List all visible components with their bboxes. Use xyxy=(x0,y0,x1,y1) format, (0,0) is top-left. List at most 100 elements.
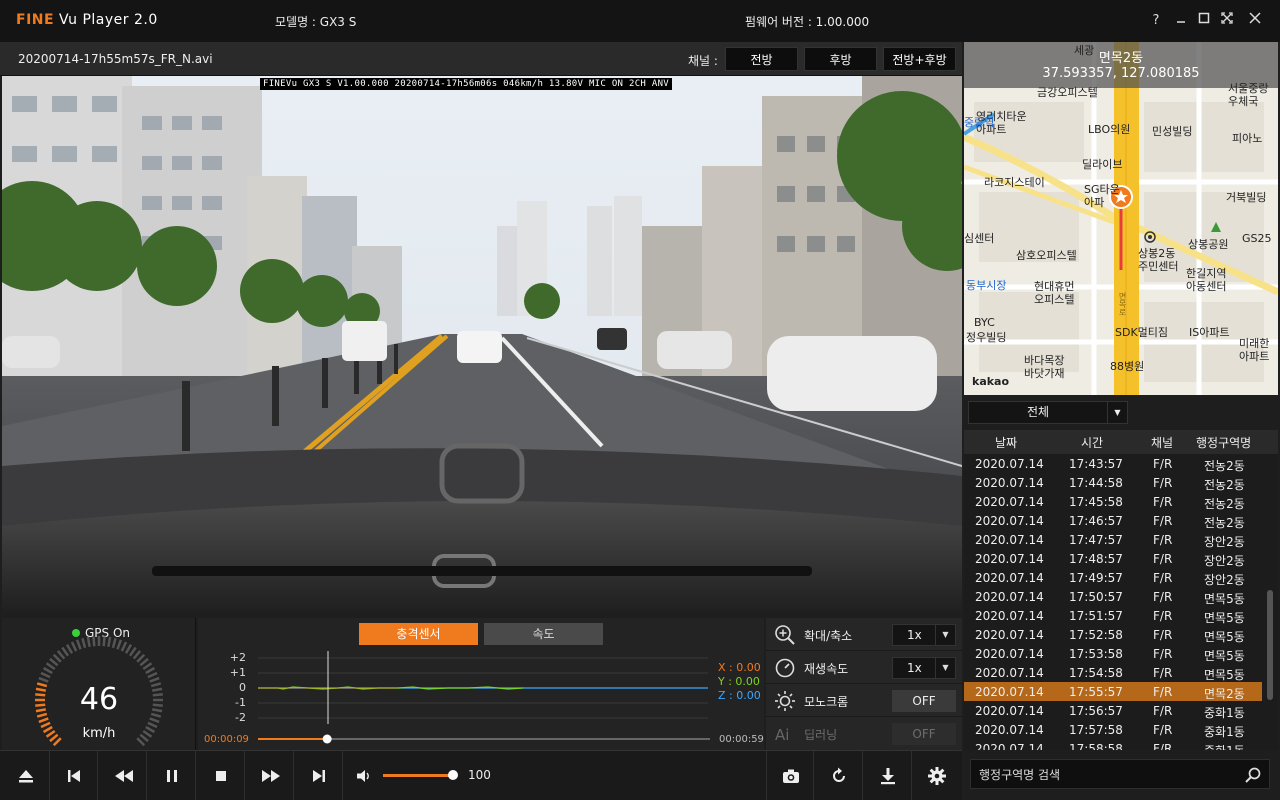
chevron-down-icon: ▼ xyxy=(1107,402,1127,423)
download-button[interactable] xyxy=(864,751,912,800)
channel-rear-button[interactable]: 후방 xyxy=(804,47,877,71)
rewind-button[interactable] xyxy=(99,751,147,800)
row-date: 2020.07.14 xyxy=(975,533,1044,547)
volume-slider[interactable] xyxy=(383,770,458,780)
list-item[interactable]: 2020.07.14 17:49:57 F/R 장안2동 xyxy=(964,568,1278,587)
stop-button[interactable] xyxy=(197,751,245,800)
row-district: 전농2동 xyxy=(1204,459,1245,473)
zoom-select[interactable]: 1x ▼ xyxy=(892,624,956,646)
player-toolbar: 100 xyxy=(0,750,962,800)
row-district: 면목5동 xyxy=(1204,649,1245,663)
list-header: 날짜 시간 채널 행정구역명 xyxy=(964,430,1278,454)
maximize-icon[interactable] xyxy=(1193,10,1215,32)
gauge-tick xyxy=(70,641,78,652)
monochrome-toggle[interactable]: OFF xyxy=(892,690,956,712)
event-filter-select[interactable]: 전체 ▼ xyxy=(968,401,1128,424)
map-label: 바닷가재 xyxy=(1024,367,1065,380)
row-channel: F/R xyxy=(1153,571,1173,585)
map-label: 라코지스테이 xyxy=(984,176,1045,189)
skip-forward-icon xyxy=(313,770,325,782)
camera-icon xyxy=(783,769,799,783)
rewind-icon xyxy=(115,770,133,782)
row-date: 2020.07.14 xyxy=(975,552,1044,566)
previous-file-button[interactable] xyxy=(50,751,98,800)
row-channel: F/R xyxy=(1153,685,1173,699)
help-button[interactable]: ? xyxy=(1145,10,1167,32)
video-frame[interactable]: FINEVu GX3 S V1.00.000 20200714-17h56m06… xyxy=(2,76,962,616)
list-item[interactable]: 2020.07.14 17:52:58 F/R 면목5동 xyxy=(964,625,1278,644)
map-coordinates: 37.593357, 127.080185 xyxy=(1042,66,1200,81)
map-label: 아파트 xyxy=(1239,350,1270,363)
row-date: 2020.07.14 xyxy=(975,609,1044,623)
fast-forward-icon xyxy=(262,770,280,782)
eject-button[interactable] xyxy=(2,751,50,800)
map-label: 오피스텔 xyxy=(1034,293,1075,306)
gauge-tick xyxy=(86,636,91,648)
gauge-tick xyxy=(128,646,137,657)
column-header-date: 날짜 xyxy=(995,436,1018,450)
row-time: 17:48:57 xyxy=(1069,552,1123,566)
monochrome-label: 모노크롬 xyxy=(804,695,849,709)
row-date: 2020.07.14 xyxy=(975,647,1044,661)
list-item[interactable]: 2020.07.14 17:51:57 F/R 면목5동 xyxy=(964,606,1278,625)
next-file-button[interactable] xyxy=(295,751,343,800)
map-provider-logo: kakao xyxy=(972,375,1010,388)
row-time: 17:47:57 xyxy=(1069,533,1123,547)
list-item[interactable]: 2020.07.14 17:48:57 F/R 장안2동 xyxy=(964,549,1278,568)
channel-front-button[interactable]: 전방 xyxy=(725,47,798,71)
gauge-tick xyxy=(116,639,123,650)
map-label: 거북빌딩 xyxy=(1226,191,1267,204)
row-date: 2020.07.14 xyxy=(975,457,1044,471)
list-item[interactable]: 2020.07.14 17:53:58 F/R 면목5동 xyxy=(964,644,1278,663)
row-channel: F/R xyxy=(1153,590,1173,604)
gauge-tick xyxy=(75,639,82,650)
gauge-tick xyxy=(124,643,133,654)
row-time: 17:53:58 xyxy=(1069,647,1123,661)
playback-speed-row: 재생속도 1x ▼ xyxy=(766,651,962,684)
list-item[interactable]: 2020.07.14 17:50:57 F/R 면목5동 xyxy=(964,587,1278,606)
file-name: 20200714-17h55m57s_FR_N.avi xyxy=(18,52,213,66)
list-item[interactable]: 2020.07.14 17:56:57 F/R 중화1동 xyxy=(964,701,1278,720)
fullscreen-icon[interactable] xyxy=(1216,10,1238,32)
column-header-time: 시간 xyxy=(1081,436,1104,450)
search-icon[interactable] xyxy=(1245,767,1261,783)
map-label: BYC xyxy=(974,316,995,329)
rotate-button[interactable] xyxy=(815,751,863,800)
list-item[interactable]: 2020.07.14 17:44:58 F/R 전농2동 xyxy=(964,473,1278,492)
close-icon[interactable] xyxy=(1244,10,1266,32)
volume-icon[interactable] xyxy=(356,769,372,783)
deep-learning-label: 딥러닝 xyxy=(804,728,838,742)
row-channel: F/R xyxy=(1153,704,1173,718)
list-scrollbar[interactable] xyxy=(1264,454,1276,750)
gauge-tick xyxy=(102,636,106,647)
gauge-tick xyxy=(149,717,160,724)
list-item[interactable]: 2020.07.14 17:45:58 F/R 전농2동 xyxy=(964,492,1278,511)
fast-forward-button[interactable] xyxy=(246,751,294,800)
chevron-down-icon: ▼ xyxy=(935,658,955,678)
settings-button[interactable] xyxy=(913,751,961,800)
screenshot-button[interactable] xyxy=(766,751,814,800)
list-item[interactable]: 2020.07.14 17:58:58 F/R 중화1동 xyxy=(964,739,1278,750)
list-item[interactable]: 2020.07.14 17:57:58 F/R 중화1동 xyxy=(964,720,1278,739)
gauge-tick xyxy=(49,657,59,667)
pause-button[interactable] xyxy=(148,751,196,800)
channel-both-button[interactable]: 전방+후방 xyxy=(883,47,956,71)
row-date: 2020.07.14 xyxy=(975,704,1044,718)
list-item[interactable]: 2020.07.14 17:46:57 F/R 전농2동 xyxy=(964,511,1278,530)
deep-learning-toggle[interactable]: OFF xyxy=(892,723,956,745)
list-item[interactable]: 2020.07.14 17:43:57 F/R 전농2동 xyxy=(964,454,1278,473)
volume-knob[interactable] xyxy=(448,770,458,780)
list-item[interactable]: 2020.07.14 17:54:58 F/R 면목5동 xyxy=(964,663,1278,682)
list-item[interactable]: 2020.07.14 17:55:57 F/R 면목2동 xyxy=(964,682,1262,701)
gauge-tick xyxy=(132,650,142,660)
list-item[interactable]: 2020.07.14 17:47:57 F/R 장안2동 xyxy=(964,530,1278,549)
gauge-tick xyxy=(111,637,117,649)
gauge-tick xyxy=(107,636,112,648)
district-search-input[interactable] xyxy=(979,765,1239,785)
gauge-tick xyxy=(142,662,153,671)
playback-speed-select[interactable]: 1x ▼ xyxy=(892,657,956,679)
gauge-tick xyxy=(61,646,70,657)
row-channel: F/R xyxy=(1153,628,1173,642)
map-view[interactable]: 면목2동 37.593357, 127.080185 세광 금강오피스텔 서울중… xyxy=(964,42,1278,395)
minimize-icon[interactable] xyxy=(1170,10,1192,32)
